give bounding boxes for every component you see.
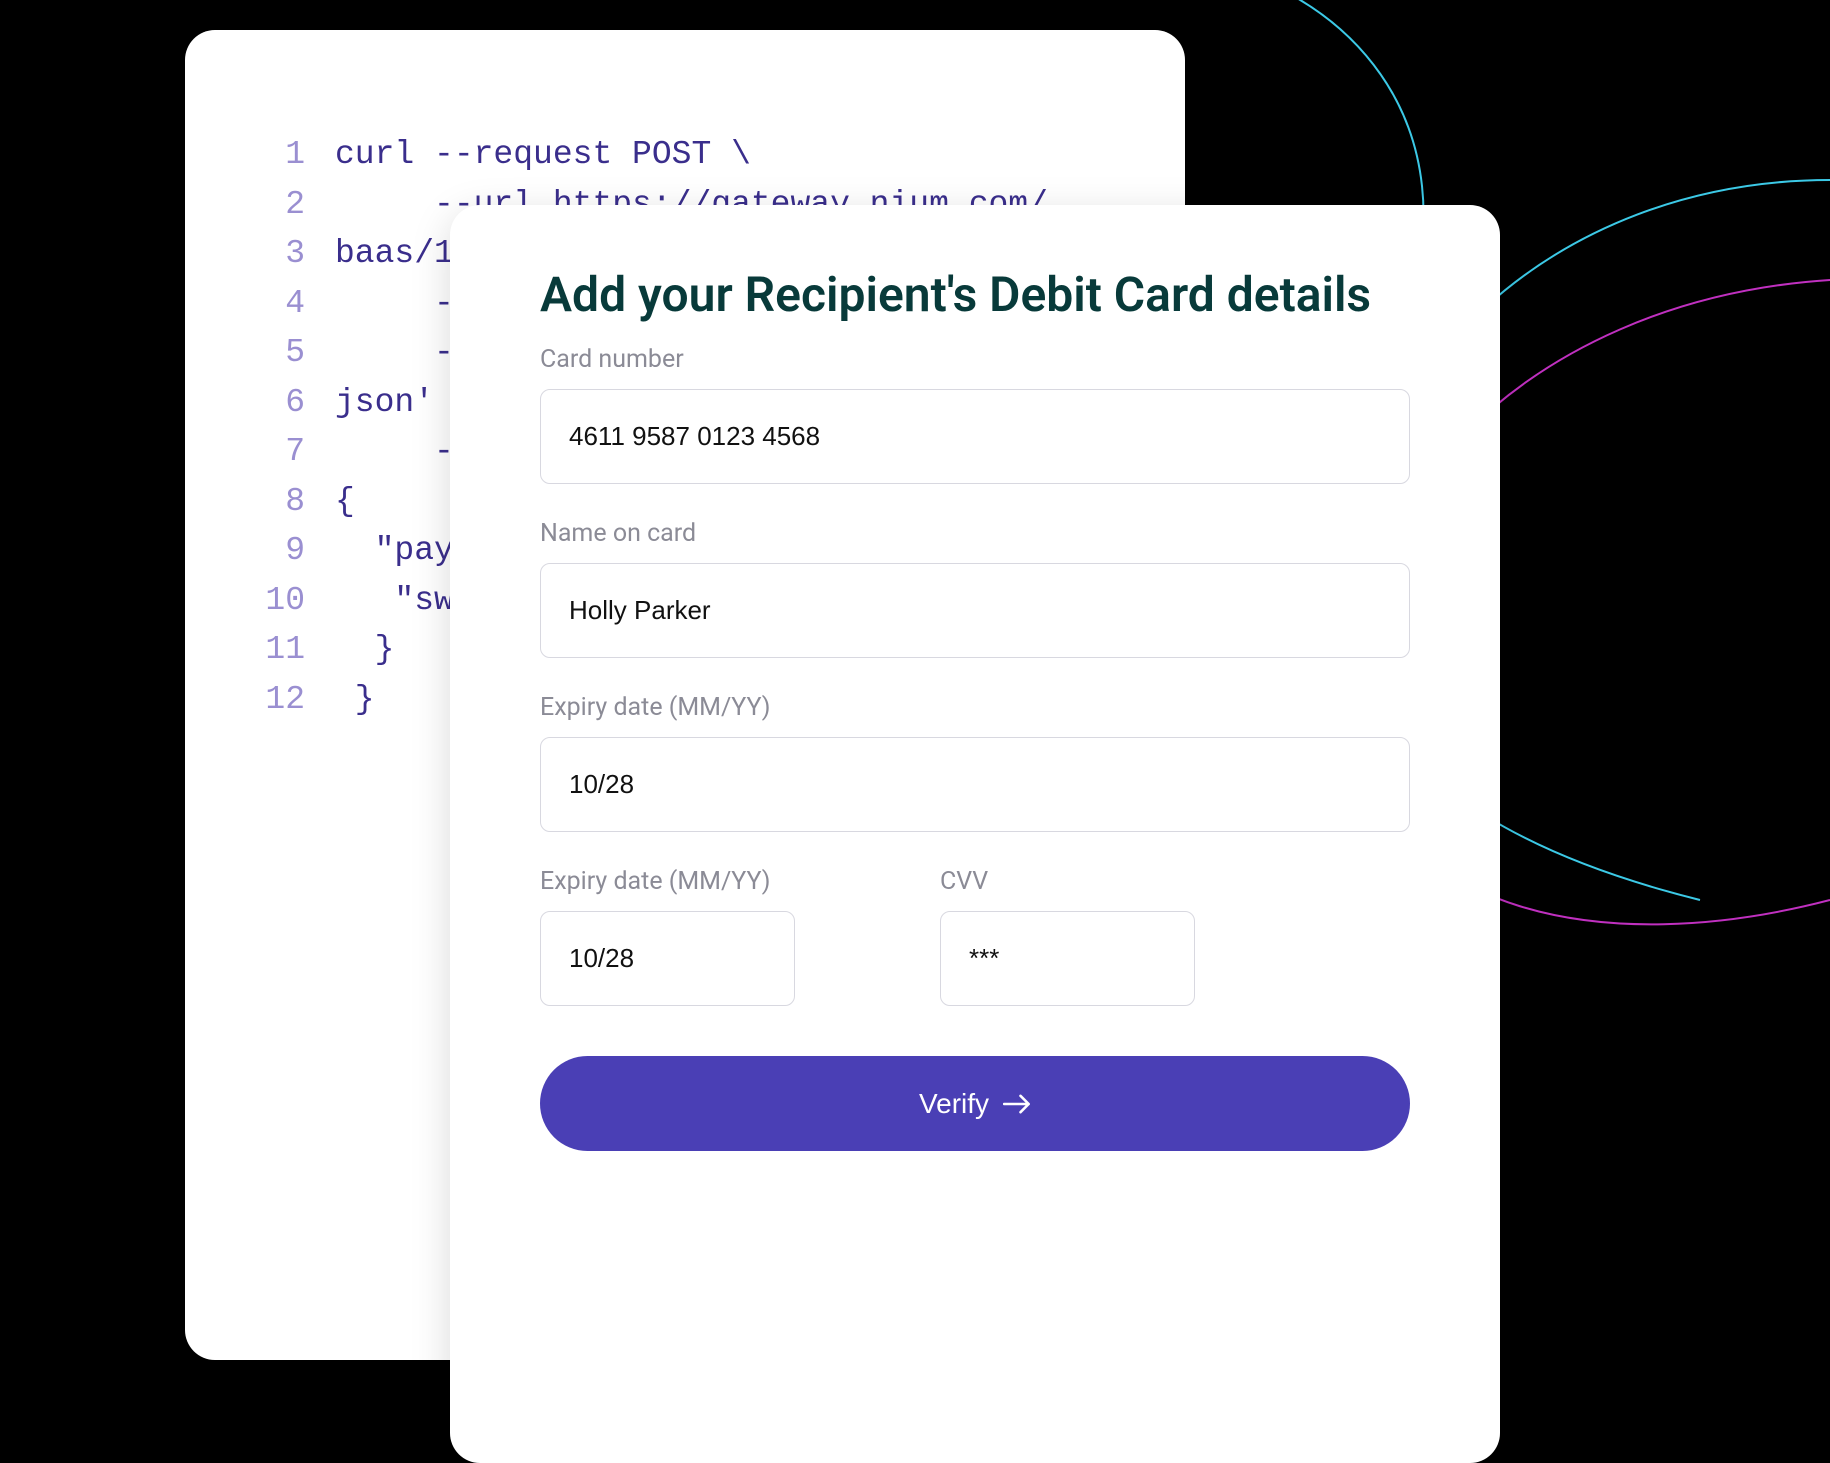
debit-card-form-card: Add your Recipient's Debit Card details …	[450, 205, 1500, 1463]
verify-button[interactable]: Verify	[540, 1056, 1410, 1151]
cvv-input[interactable]	[940, 911, 1195, 1006]
cvv-label: CVV	[940, 867, 1300, 896]
arrow-right-icon	[1003, 1093, 1031, 1115]
expiry-date-label: Expiry date (MM/YY)	[540, 693, 1410, 722]
expiry-date-input-2[interactable]	[540, 911, 795, 1006]
verify-button-label: Verify	[919, 1088, 989, 1120]
name-on-card-label: Name on card	[540, 519, 1410, 548]
card-number-label: Card number	[540, 345, 1410, 374]
card-number-input[interactable]	[540, 389, 1410, 484]
form-title: Add your Recipient's Debit Card details	[540, 265, 1410, 325]
name-on-card-input[interactable]	[540, 563, 1410, 658]
expiry-date-label-2: Expiry date (MM/YY)	[540, 867, 900, 896]
expiry-date-input[interactable]	[540, 737, 1410, 832]
